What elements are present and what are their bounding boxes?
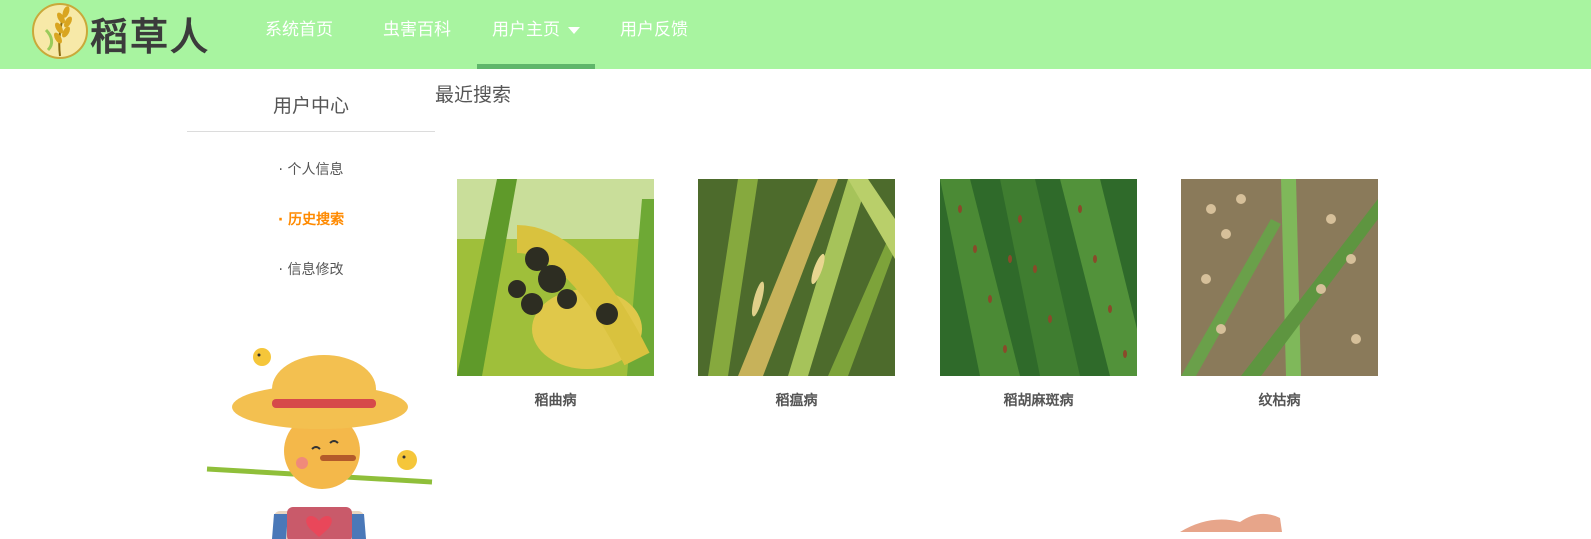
site-logo[interactable]: 稻草人	[30, 0, 215, 64]
top-navigation-bar: 稻草人 系统首页 虫害百科 用户主页 用户反馈	[0, 0, 1591, 69]
nav-user-feedback[interactable]: 用户反馈	[595, 0, 713, 69]
sidebar-item-edit-info[interactable]: · 信息修改	[187, 259, 435, 279]
section-title-recent-search: 最近搜索	[435, 84, 512, 106]
search-history-card[interactable]: 稻曲病	[457, 179, 654, 419]
nav-pest-encyclopedia[interactable]: 虫害百科	[358, 0, 476, 69]
sidebar-item-profile[interactable]: · 个人信息	[187, 159, 435, 179]
search-history-card[interactable]: 稻瘟病	[698, 179, 895, 419]
nav-user-home[interactable]: 用户主页	[477, 0, 595, 69]
sidebar-item-search-history[interactable]: · 历史搜索	[187, 209, 435, 229]
rice-false-smut-photo	[457, 179, 654, 376]
wheat-logo-icon	[32, 3, 88, 59]
search-history-card[interactable]: 稻胡麻斑病	[940, 179, 1137, 419]
rice-sheath-blight-image[interactable]	[1181, 179, 1378, 376]
nav-home-label: 系统首页	[265, 20, 333, 40]
chevron-down-icon	[568, 26, 580, 34]
scarecrow-illustration	[206, 348, 433, 539]
sidebar-divider	[187, 131, 435, 132]
rice-blast-image[interactable]	[698, 179, 895, 376]
user-center-sidebar: 用户中心 · 个人信息 · 历史搜索 · 信息修改	[187, 69, 435, 539]
rice-false-smut-image[interactable]	[457, 179, 654, 376]
rice-brown-spot-image[interactable]	[940, 179, 1137, 376]
rice-brown-spot-photo	[940, 179, 1137, 376]
card-label-disease[interactable]: 稻曲病	[457, 390, 654, 410]
card-label-disease[interactable]: 纹枯病	[1181, 390, 1378, 410]
nav-user-home-label: 用户主页	[492, 20, 560, 40]
active-nav-underline	[477, 64, 595, 69]
nav-home[interactable]: 系统首页	[240, 0, 358, 69]
decorative-illustration-fragment	[1180, 513, 1282, 532]
rice-sheath-blight-photo	[1181, 179, 1378, 376]
card-label-disease[interactable]: 稻瘟病	[698, 390, 895, 410]
nav-pest-encyclopedia-label: 虫害百科	[383, 20, 451, 40]
search-history-card[interactable]: 纹枯病	[1181, 179, 1378, 419]
nav-user-feedback-label: 用户反馈	[620, 20, 688, 40]
rice-blast-photo	[698, 179, 895, 376]
card-label-disease[interactable]: 稻胡麻斑病	[940, 390, 1137, 410]
site-logo-text: 稻草人	[90, 14, 211, 59]
sidebar-title: 用户中心	[272, 95, 349, 117]
